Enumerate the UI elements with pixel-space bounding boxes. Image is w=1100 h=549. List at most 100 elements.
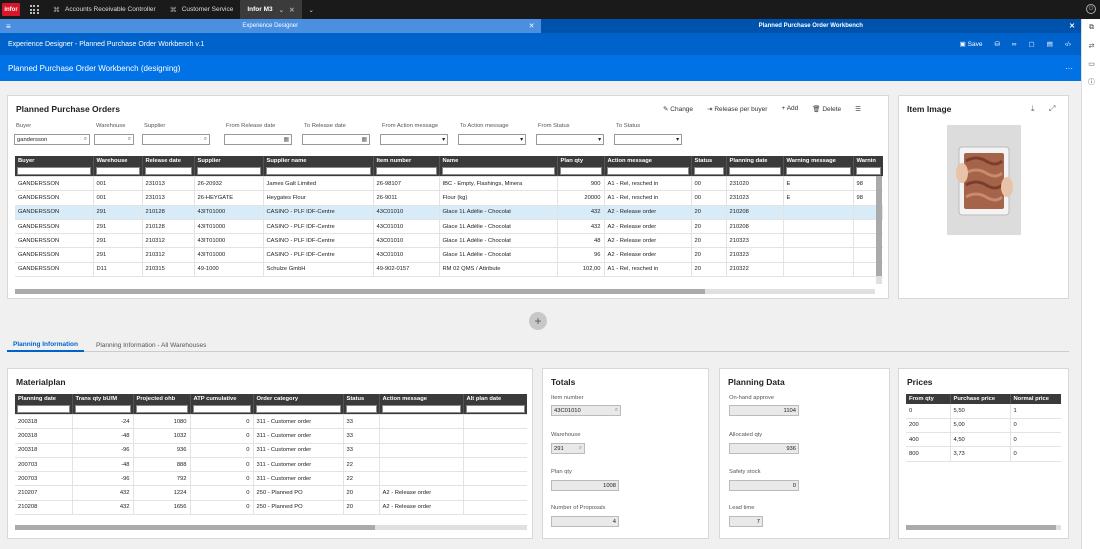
column-filter-input[interactable]	[728, 167, 781, 175]
item-number-field[interactable]: 43C01010 ⌕	[551, 405, 621, 416]
column-filter[interactable]	[463, 404, 527, 415]
column-filter[interactable]	[604, 166, 692, 177]
link-icon[interactable]: ∞	[1012, 41, 1017, 48]
add-widget-button[interactable]: +	[529, 312, 547, 330]
column-header[interactable]: From qty	[906, 394, 951, 404]
buyer-input[interactable]: gandersson ⌕	[14, 134, 90, 145]
column-header[interactable]: Warning message	[783, 156, 854, 166]
column-filter[interactable]	[15, 166, 94, 177]
tabs-overflow[interactable]: ⌄	[302, 0, 321, 19]
calendar-icon[interactable]: ▦	[284, 137, 289, 143]
horizontal-scrollbar[interactable]	[906, 525, 1061, 530]
change-button[interactable]: ✎ Change	[663, 105, 693, 113]
tab-accounts-receivable[interactable]: ⌘ Accounts Receivable Controller	[46, 0, 163, 19]
app-grid-icon[interactable]	[28, 4, 40, 16]
column-filter-input[interactable]	[135, 405, 188, 413]
table-row[interactable]: GANDERSSON 291 210312 43IT01000 CASINO - PLF…	[15, 233, 883, 249]
share-icon[interactable]: ⇄	[1082, 37, 1100, 55]
table-row[interactable]: 0 5,50 1	[906, 404, 1061, 419]
column-filter-input[interactable]	[265, 167, 371, 175]
column-header[interactable]: Supplier	[194, 156, 264, 166]
table-row[interactable]: GANDERSSON 001 231013 26-20932 James Galt Li…	[15, 176, 883, 192]
filter-icon[interactable]: ☰	[855, 105, 861, 113]
expand-icon[interactable]: ⤢	[1049, 104, 1055, 114]
supplier-input[interactable]: ⌕	[142, 134, 210, 145]
search-icon[interactable]: ⌕	[128, 136, 131, 143]
table-row[interactable]: 800 3,73 0	[906, 446, 1061, 462]
table-row[interactable]: GANDERSSON 001 231013 26-HEYGATE Heygates Fl…	[15, 190, 883, 206]
column-filter[interactable]	[253, 404, 344, 415]
column-header[interactable]: Normal price	[1010, 394, 1061, 404]
to-status-select[interactable]: ▾	[614, 134, 682, 145]
column-filter[interactable]	[190, 404, 254, 415]
column-filter-input[interactable]	[17, 167, 91, 175]
table-row[interactable]: 200703 -96 792 0 311 - Customer order 22	[15, 471, 527, 487]
column-filter[interactable]	[373, 166, 440, 177]
column-filter[interactable]	[194, 166, 264, 177]
inbox-icon[interactable]: ▭	[1082, 55, 1100, 73]
column-filter-input[interactable]	[255, 405, 341, 413]
database-icon[interactable]: ⛁	[994, 40, 999, 48]
column-filter-input[interactable]	[192, 405, 251, 413]
from-release-date-input[interactable]: ▦	[224, 134, 292, 145]
column-filter-input[interactable]	[693, 167, 724, 175]
column-header[interactable]: Projected ohb	[133, 394, 191, 404]
column-filter[interactable]	[439, 166, 558, 177]
warehouse-field[interactable]: 291 ⌕	[551, 443, 585, 454]
column-header[interactable]: Order category	[253, 394, 344, 404]
table-row[interactable]: GANDERSSON 291 210128 43IT01000 CASINO - PLF…	[15, 205, 883, 220]
window-icon[interactable]: ▢	[1029, 40, 1035, 48]
open-external-icon[interactable]: ⧉	[1082, 19, 1100, 37]
column-header[interactable]: Status	[343, 394, 380, 404]
vertical-scrollbar[interactable]	[876, 176, 882, 284]
column-filter[interactable]	[853, 166, 883, 177]
tab-planning-information[interactable]: Planning Information	[7, 338, 84, 352]
column-filter-input[interactable]	[381, 405, 461, 413]
table-row[interactable]: 200703 -48 888 0 311 - Customer order 22	[15, 457, 527, 473]
column-header[interactable]: Action message	[379, 394, 464, 404]
column-header[interactable]: Trans qty bU/M	[72, 394, 134, 404]
column-header[interactable]: Warnin	[853, 156, 883, 166]
column-filter-input[interactable]	[441, 167, 555, 175]
horizontal-scrollbar[interactable]	[15, 289, 875, 294]
tab-customer-service[interactable]: ⌘ Customer Service	[163, 0, 241, 19]
column-filter-input[interactable]	[17, 405, 70, 413]
column-header[interactable]: Supplier name	[263, 156, 374, 166]
column-header[interactable]: Plan qty	[557, 156, 605, 166]
tab-infor-m3[interactable]: Infor M3 ⌄ ✕	[240, 0, 302, 19]
table-row[interactable]: 200 5,00 0	[906, 418, 1061, 434]
search-icon[interactable]: ⌕	[204, 136, 207, 143]
column-filter[interactable]	[93, 166, 143, 177]
column-filter[interactable]	[142, 166, 195, 177]
tab-planned-po-workbench[interactable]: Planned Purchase Order Workbench ✕	[540, 19, 1081, 33]
column-header[interactable]: Status	[691, 156, 727, 166]
from-action-message-select[interactable]: ▾	[380, 134, 448, 145]
column-filter-input[interactable]	[559, 167, 602, 175]
column-filter[interactable]	[557, 166, 605, 177]
column-filter[interactable]	[691, 166, 727, 177]
from-status-select[interactable]: ▾	[536, 134, 604, 145]
column-filter-input[interactable]	[196, 167, 261, 175]
close-icon[interactable]: ✕	[289, 6, 294, 14]
column-filter-input[interactable]	[74, 405, 131, 413]
chevron-down-icon[interactable]: ⌄	[279, 6, 284, 14]
column-header[interactable]: Name	[439, 156, 558, 166]
horizontal-scrollbar[interactable]	[15, 525, 527, 530]
close-icon[interactable]: ✕	[529, 22, 535, 30]
column-header[interactable]: Action message	[604, 156, 692, 166]
table-row[interactable]: GANDERSSON 291 210128 43IT01000 CASINO - PLF…	[15, 219, 883, 235]
table-row[interactable]: 210207 432 1224 0 250 - Planned PO 20 A2 - Rel…	[15, 485, 527, 501]
column-filter-input[interactable]	[855, 167, 881, 175]
column-filter-input[interactable]	[606, 167, 689, 175]
more-icon[interactable]: ···	[1065, 64, 1073, 73]
calendar-icon[interactable]: ▦	[362, 137, 367, 143]
column-filter-input[interactable]	[465, 405, 525, 413]
column-filter[interactable]	[133, 404, 191, 415]
column-filter-input[interactable]	[785, 167, 851, 175]
infor-logo[interactable]: infor	[2, 3, 20, 16]
to-release-date-input[interactable]: ▦	[302, 134, 370, 145]
close-icon[interactable]: ✕	[1069, 22, 1075, 30]
column-filter[interactable]	[72, 404, 134, 415]
column-header[interactable]: ATP cumulative	[190, 394, 254, 404]
column-filter[interactable]	[263, 166, 374, 177]
